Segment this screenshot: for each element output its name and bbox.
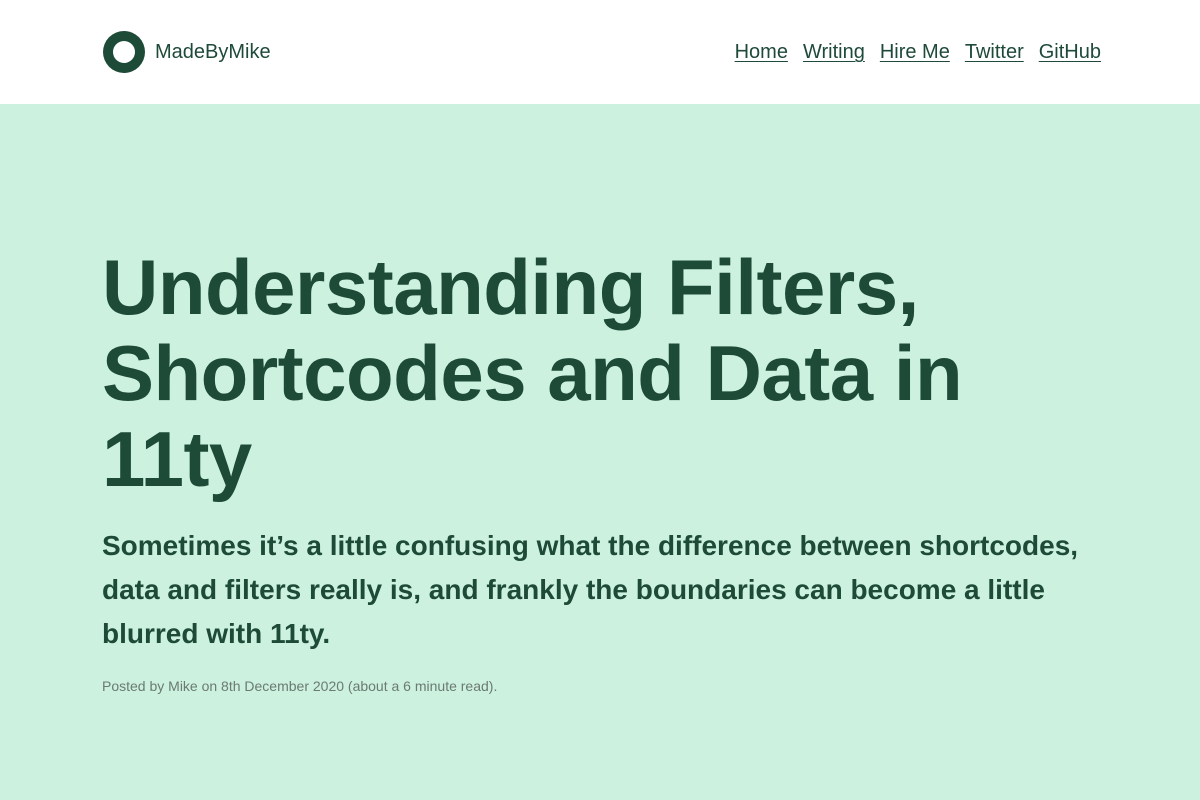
nav-link-home[interactable]: Home bbox=[735, 39, 788, 65]
nav-link-writing[interactable]: Writing bbox=[803, 39, 865, 65]
site-name: MadeByMike bbox=[155, 41, 271, 63]
main-nav: Home Writing Hire Me Twitter GitHub bbox=[735, 39, 1101, 65]
nav-link-hire-me[interactable]: Hire Me bbox=[880, 39, 950, 65]
article-title: Understanding Filters, Shortcodes and Da… bbox=[102, 243, 963, 503]
article-header: Understanding Filters, Shortcodes and Da… bbox=[102, 244, 1102, 696]
article-hero: Understanding Filters, Shortcodes and Da… bbox=[0, 104, 1200, 800]
article-lede: Sometimes it’s a little confusing what t… bbox=[102, 530, 1079, 649]
ring-logo-icon bbox=[103, 31, 145, 73]
home-logo-link[interactable]: MadeByMike bbox=[103, 31, 271, 73]
post-meta: Posted by Mike on 8th December 2020 (abo… bbox=[102, 678, 498, 694]
nav-link-twitter[interactable]: Twitter bbox=[965, 39, 1024, 65]
site-header: MadeByMike Home Writing Hire Me Twitter … bbox=[0, 0, 1200, 104]
nav-link-github[interactable]: GitHub bbox=[1039, 39, 1101, 65]
